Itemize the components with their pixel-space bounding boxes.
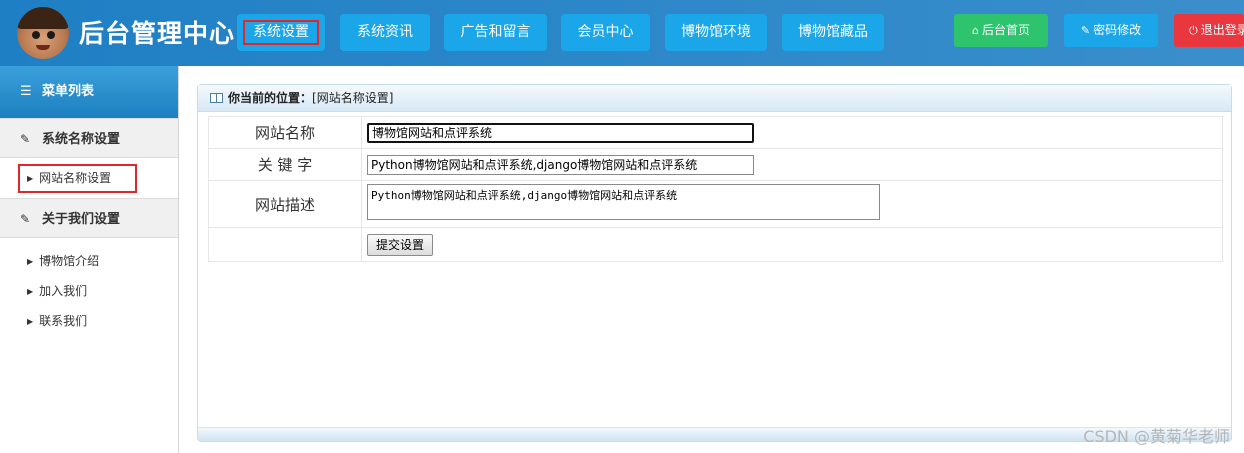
edit-icon: ✎ — [20, 212, 31, 226]
keywords-label: 关 键 字 — [208, 148, 362, 181]
sidebar-group-site-name[interactable]: ✎ 系统名称设置 — [0, 118, 178, 158]
nav-museum-environment[interactable]: 博物馆环境 — [665, 14, 767, 51]
home-button[interactable]: ⌂ 后台首页 — [954, 14, 1048, 47]
edit-icon: ✎ — [20, 132, 31, 146]
site-title: 后台管理中心 — [79, 19, 236, 48]
site-settings-form: 网站名称 关 键 字 网站描述 Python博物馆网站和点评系统,django博… — [208, 116, 1223, 262]
keywords-input[interactable] — [367, 154, 754, 175]
panel-footer — [198, 427, 1231, 441]
nav-member-center[interactable]: 会员中心 — [561, 14, 650, 51]
site-name-label: 网站名称 — [208, 116, 362, 149]
power-icon: ⏻ — [1189, 24, 1198, 37]
site-name-input[interactable] — [367, 122, 754, 143]
watermark: CSDN @黄菊华老师 — [1083, 427, 1230, 446]
sidebar-item-contact-us[interactable]: ▶ 联系我们 — [0, 306, 178, 336]
nav-museum-collection[interactable]: 博物馆藏品 — [782, 14, 884, 51]
settings-panel: 你当前的位置：[网站名称设置] 网站名称 关 键 字 网站描述 Python博物… — [197, 84, 1232, 442]
change-password-button[interactable]: ✎ 密码修改 — [1064, 14, 1158, 47]
sidebar-item-join-us[interactable]: ▶ 加入我们 — [0, 276, 178, 306]
sidebar-item-museum-intro[interactable]: ▶ 博物馆介绍 — [0, 246, 178, 276]
book-icon — [210, 93, 223, 103]
logout-button[interactable]: ⏻ 退出登录 — [1174, 14, 1244, 47]
avatar — [17, 7, 69, 59]
nav-system-news[interactable]: 系统资讯 — [340, 14, 430, 51]
nav-system-settings[interactable]: 系统设置 — [237, 14, 325, 51]
top-header: 后台管理中心 系统设置 系统资讯 广告和留言 会员中心 博物馆环境 博物馆藏品 … — [0, 0, 1244, 66]
caret-right-icon: ▶ — [27, 257, 34, 266]
nav-ads-messages[interactable]: 广告和留言 — [444, 14, 547, 51]
sidebar-item-site-name-settings[interactable]: ▶ 网站名称设置 — [0, 158, 178, 198]
sidebar: ☰ 菜单列表 ✎ 系统名称设置 ▶ 网站名称设置 ✎ 关于我们设置 ▶ 博物馆介绍 ▶ 加入… — [0, 66, 179, 453]
caret-right-icon: ▶ — [27, 317, 34, 326]
list-icon: ☰ — [20, 84, 32, 99]
submit-settings-button[interactable]: 提交设置 — [367, 233, 434, 256]
description-textarea[interactable]: Python博物馆网站和点评系统,django博物馆网站和点评系统 — [367, 184, 880, 220]
empty-cell — [208, 227, 362, 262]
caret-right-icon: ▶ — [27, 287, 34, 296]
sidebar-group-about-us[interactable]: ✎ 关于我们设置 — [0, 198, 178, 238]
breadcrumb: 你当前的位置：[网站名称设置] — [198, 85, 1231, 112]
menu-list-header: ☰ 菜单列表 — [0, 66, 178, 118]
wrench-icon: ✎ — [1080, 24, 1091, 37]
description-label: 网站描述 — [208, 180, 362, 228]
home-icon: ⌂ — [972, 24, 979, 37]
